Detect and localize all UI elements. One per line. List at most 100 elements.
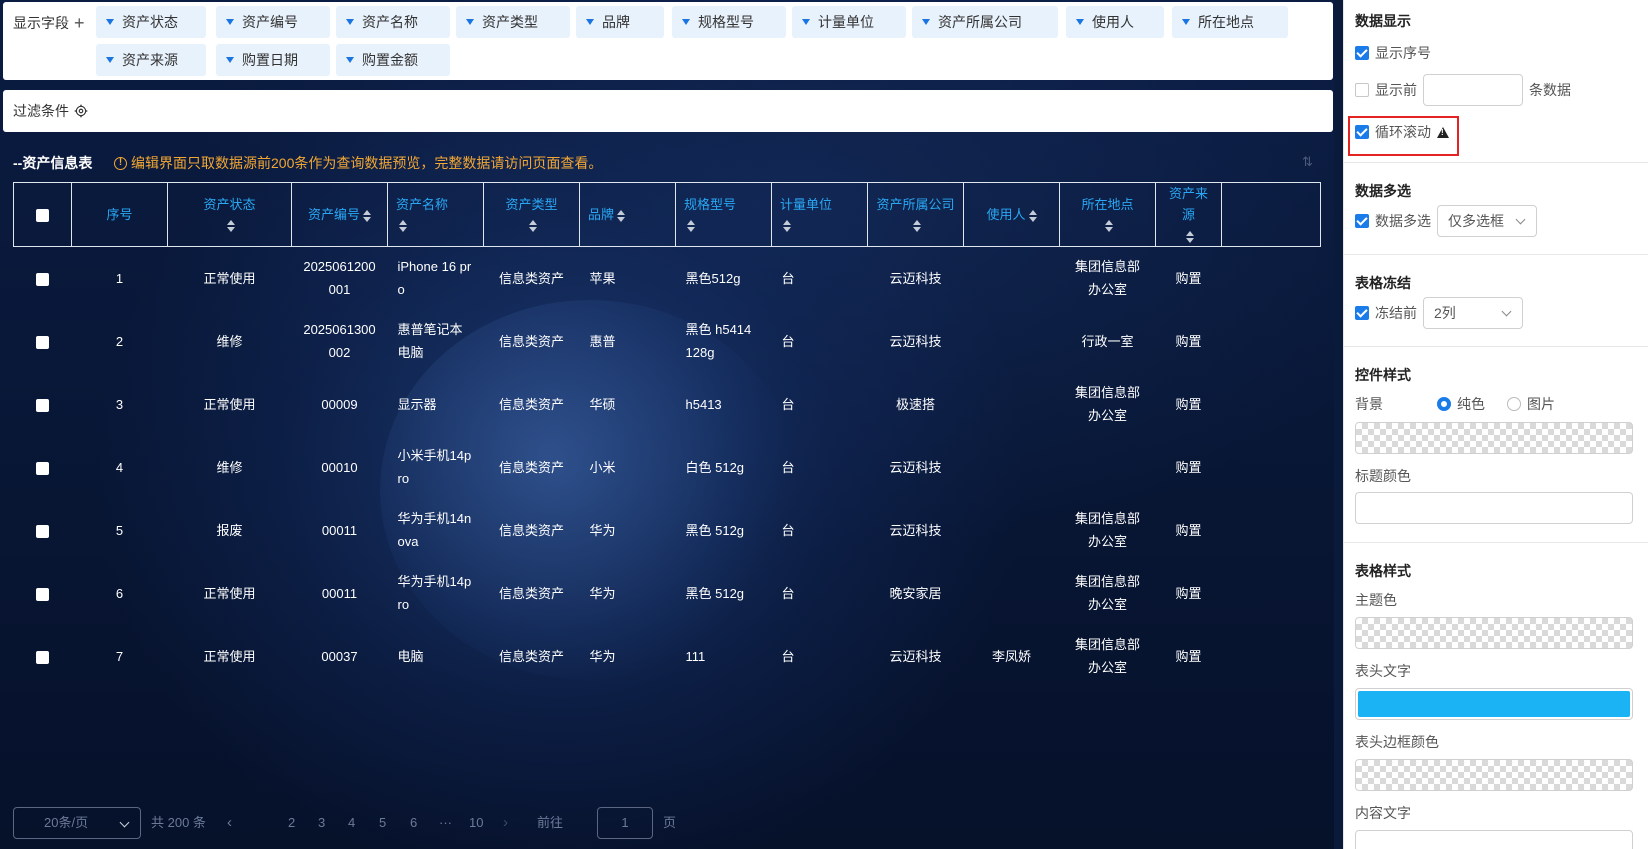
column-header[interactable]: 资产状态 — [167, 182, 292, 247]
show-first-input[interactable] — [1423, 74, 1523, 106]
gear-icon[interactable] — [74, 104, 88, 118]
row-checkbox[interactable] — [36, 524, 49, 538]
multi-select-checkbox[interactable] — [1355, 214, 1369, 228]
table-row[interactable]: 4 维修 00010 小米手机14pro 信息类资产 小米 白色 512g 台 云迈科技 购置 — [14, 436, 1321, 499]
column-header[interactable]: 资产名称 — [387, 182, 484, 247]
theme-color-picker[interactable] — [1355, 617, 1633, 649]
sort-icon[interactable] — [687, 220, 695, 233]
table-cell — [964, 499, 1060, 562]
goto-page-input[interactable]: 1 — [597, 807, 653, 839]
header-text-color-picker[interactable] — [1355, 688, 1633, 720]
row-checkbox[interactable] — [36, 335, 49, 349]
show-index-option[interactable]: 显示序号 — [1355, 43, 1431, 63]
sort-icon[interactable] — [399, 220, 407, 233]
sort-icon[interactable] — [1028, 209, 1037, 222]
table-cell: 正常使用 — [203, 270, 256, 286]
sort-icon[interactable] — [227, 220, 235, 233]
sort-icon[interactable] — [913, 220, 921, 233]
field-chip[interactable]: 资产名称 — [336, 6, 450, 38]
image-radio[interactable] — [1507, 397, 1521, 411]
table-cell: 维修 — [216, 333, 243, 349]
preview-notice: ! 编辑界面只取数据源前200条作为查询数据预览，完整数据请访问页面查看。 — [114, 153, 602, 173]
field-chip[interactable]: 资产来源 — [96, 44, 206, 76]
table-cell: 00011 — [321, 522, 358, 538]
row-checkbox[interactable] — [36, 650, 49, 664]
field-chip[interactable]: 规格型号 — [672, 6, 786, 38]
content-text-color-picker[interactable] — [1355, 830, 1633, 849]
sort-icon[interactable] — [783, 220, 791, 233]
freeze-checkbox[interactable] — [1355, 306, 1369, 320]
multi-select-mode[interactable]: 仅多选框 — [1437, 205, 1537, 237]
header-border-color-picker[interactable] — [1355, 759, 1633, 791]
freeze-columns-select[interactable]: 2列 — [1423, 297, 1523, 329]
table-cell: 台 — [781, 585, 795, 601]
background-color-picker[interactable] — [1355, 422, 1633, 454]
sort-icon[interactable] — [617, 209, 626, 222]
field-chip[interactable]: 购置金额 — [336, 44, 450, 76]
page-number[interactable]: 2 — [288, 807, 295, 839]
column-header[interactable]: 资产所属公司 — [867, 182, 964, 247]
table-row[interactable]: 1 正常使用 2025061200001 iPhone 16 pro 信息类资产 苹果 黑色… — [14, 247, 1321, 310]
add-field-icon[interactable]: + — [74, 14, 85, 32]
row-checkbox[interactable] — [36, 398, 49, 412]
background-option: 背景 纯色 图片 — [1355, 396, 1555, 412]
table-cell: 华硕 — [589, 396, 616, 412]
page-size-select[interactable]: 20条/页 — [13, 807, 141, 839]
show-index-checkbox[interactable] — [1355, 46, 1369, 60]
page-number[interactable]: 5 — [379, 807, 386, 839]
chevron-down-icon — [119, 817, 130, 828]
table-row[interactable]: 5 报废 00011 华为手机14nova 信息类资产 华为 黑色 512g 台 云迈科技 集团信… — [14, 499, 1321, 562]
column-sort-icon[interactable]: ⇅ — [1302, 154, 1313, 170]
table-cell: 2025061200001 — [303, 259, 376, 298]
sort-icon[interactable] — [1186, 230, 1194, 243]
table-cell: 白色 512g — [685, 459, 745, 475]
column-header[interactable]: 资产编号 — [291, 182, 388, 247]
prev-page-icon[interactable]: ‹ — [227, 807, 232, 839]
row-checkbox[interactable] — [36, 272, 49, 286]
table-cell: 电脑 — [397, 648, 424, 664]
page-number[interactable]: ··· — [439, 807, 452, 839]
field-chip[interactable]: 品牌 — [576, 6, 664, 38]
field-chip[interactable]: 使用人 — [1066, 6, 1164, 38]
field-chip[interactable]: 所在地点 — [1172, 6, 1288, 38]
field-chip[interactable]: 资产状态 — [96, 6, 206, 38]
solid-radio[interactable] — [1437, 397, 1451, 411]
row-checkbox[interactable] — [36, 587, 49, 601]
app-canvas: 显示字段 + 资产状态 资产编号 资产名称 资产类型 品牌 规格型号 计量单位 资产所属公司使… — [0, 0, 1648, 849]
column-header[interactable]: 序号 — [71, 182, 168, 247]
table-row[interactable]: 3 正常使用 00009 显示器 信息类资产 华硕 h5413 台 极速搭 集团信息部办公室 购置 — [14, 373, 1321, 436]
table-row[interactable]: 7 正常使用 00037 电脑 信息类资产 华为 111 台 云迈科技 李凤娇 集团信息部办公室 购置 — [14, 625, 1321, 688]
row-checkbox[interactable] — [36, 461, 49, 475]
column-header[interactable]: 计量单位 — [771, 182, 868, 247]
title-color-picker[interactable] — [1355, 492, 1633, 524]
field-chip[interactable]: 资产编号 — [216, 6, 330, 38]
sort-icon[interactable] — [1105, 220, 1113, 233]
column-header[interactable]: 所在地点 — [1059, 182, 1156, 247]
chevron-down-icon — [1501, 306, 1512, 317]
next-page-icon[interactable]: › — [503, 807, 508, 839]
page-number[interactable]: 10 — [469, 807, 483, 839]
caret-down-icon — [466, 19, 474, 25]
page-number[interactable]: 4 — [348, 807, 355, 839]
table-row[interactable]: 6 正常使用 00011 华为手机14pro 信息类资产 华为 黑色 512g 台 晚安家居 集团… — [14, 562, 1321, 625]
column-header[interactable]: 规格型号 — [675, 182, 772, 247]
column-header[interactable]: 资产类型 — [483, 182, 580, 247]
column-header[interactable]: 资产来源 — [1155, 182, 1222, 247]
field-chip[interactable]: 购置日期 — [216, 44, 330, 76]
sort-icon[interactable] — [529, 220, 537, 233]
sort-icon[interactable] — [363, 209, 371, 222]
column-header[interactable]: 使用人 — [963, 182, 1060, 247]
field-chip[interactable]: 资产类型 — [456, 6, 570, 38]
page-number[interactable]: 3 — [318, 807, 325, 839]
table-row[interactable]: 2 维修 2025061300002 惠普笔记本电脑 信息类资产 惠普 黑色 h5414 1… — [14, 310, 1321, 373]
table-cell: 2 — [115, 333, 124, 349]
filter-label: 过滤条件 — [13, 103, 69, 119]
column-header[interactable]: 品牌 — [579, 182, 676, 247]
page-number[interactable]: 6 — [410, 807, 417, 839]
caret-down-icon — [586, 19, 594, 25]
field-chip[interactable]: 资产所属公司 — [912, 6, 1058, 38]
field-chip[interactable]: 计量单位 — [792, 6, 906, 38]
widget-style-title: 控件样式 — [1355, 367, 1411, 383]
select-all-checkbox[interactable] — [36, 209, 49, 223]
show-first-checkbox[interactable] — [1355, 83, 1369, 97]
